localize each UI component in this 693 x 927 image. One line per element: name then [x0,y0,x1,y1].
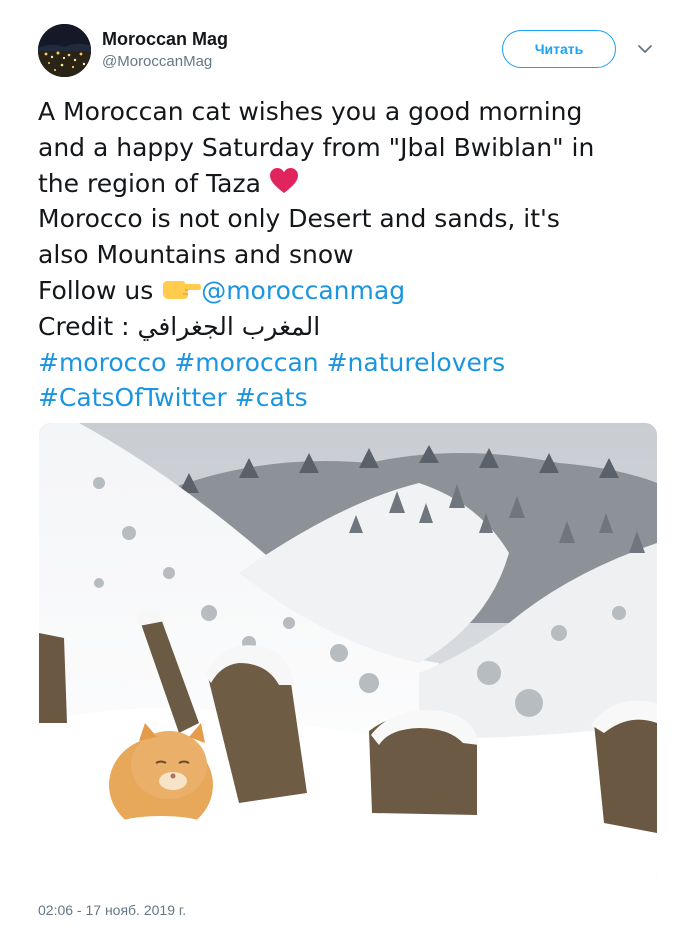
tweet-line-4: Morocco is not only Desert and sands, it… [38,204,560,234]
follow-prefix: Follow us [38,275,154,305]
tweet-line-3-text: the region of Taza [38,168,261,198]
snowy-mountain-cat-photo [39,423,657,885]
credit-prefix: Credit : [38,311,130,341]
display-name[interactable]: Moroccan Mag [102,28,228,50]
tweet-header: Moroccan Mag @MoroccanMag Читать [38,24,658,80]
avatar-image [38,24,91,77]
hashtag-link[interactable]: #moroccan [174,348,318,377]
tweet-photo[interactable] [39,423,657,885]
chevron-down-icon[interactable] [636,40,654,58]
tweet-line-1: A Moroccan cat wishes you a good morning [38,97,583,126]
hashtag-link[interactable]: #CatsOfTwitter [38,383,227,412]
tweet-line-follow: Follow us @moroccanmag [38,273,668,309]
follow-button[interactable]: Читать [502,30,616,68]
hashtag-link[interactable]: #morocco [38,348,166,377]
avatar[interactable] [38,24,91,77]
account-names: Moroccan Mag @MoroccanMag [102,28,228,72]
pointing-right-emoji-icon [163,280,202,299]
tweet-line-3: the region of Taza [38,166,668,202]
tweet-timestamp[interactable]: 02:06 - 17 нояб. 2019 г. [38,902,186,918]
hashtag-link[interactable]: #naturelovers [327,348,506,377]
hashtag-link[interactable]: #cats [235,383,308,412]
account-handle[interactable]: @MoroccanMag [102,52,228,72]
credit-arabic: المغرب الجغرافي [137,311,321,341]
mention-link[interactable]: @moroccanmag [201,276,405,305]
red-heart-emoji-icon [269,167,298,193]
tweet-line-5: also Mountains and snow [38,240,354,270]
tweet-line-2: and a happy Saturday from "Jbal Bwiblan"… [38,132,595,162]
hashtag-line-1: #morocco #moroccan #naturelovers [38,345,668,381]
hashtag-line-2: #CatsOfTwitter #cats [38,380,668,416]
tweet-line-credit: Credit : المغرب الجغرافي [38,309,668,345]
tweet-text: A Moroccan cat wishes you a good morning… [38,94,668,416]
